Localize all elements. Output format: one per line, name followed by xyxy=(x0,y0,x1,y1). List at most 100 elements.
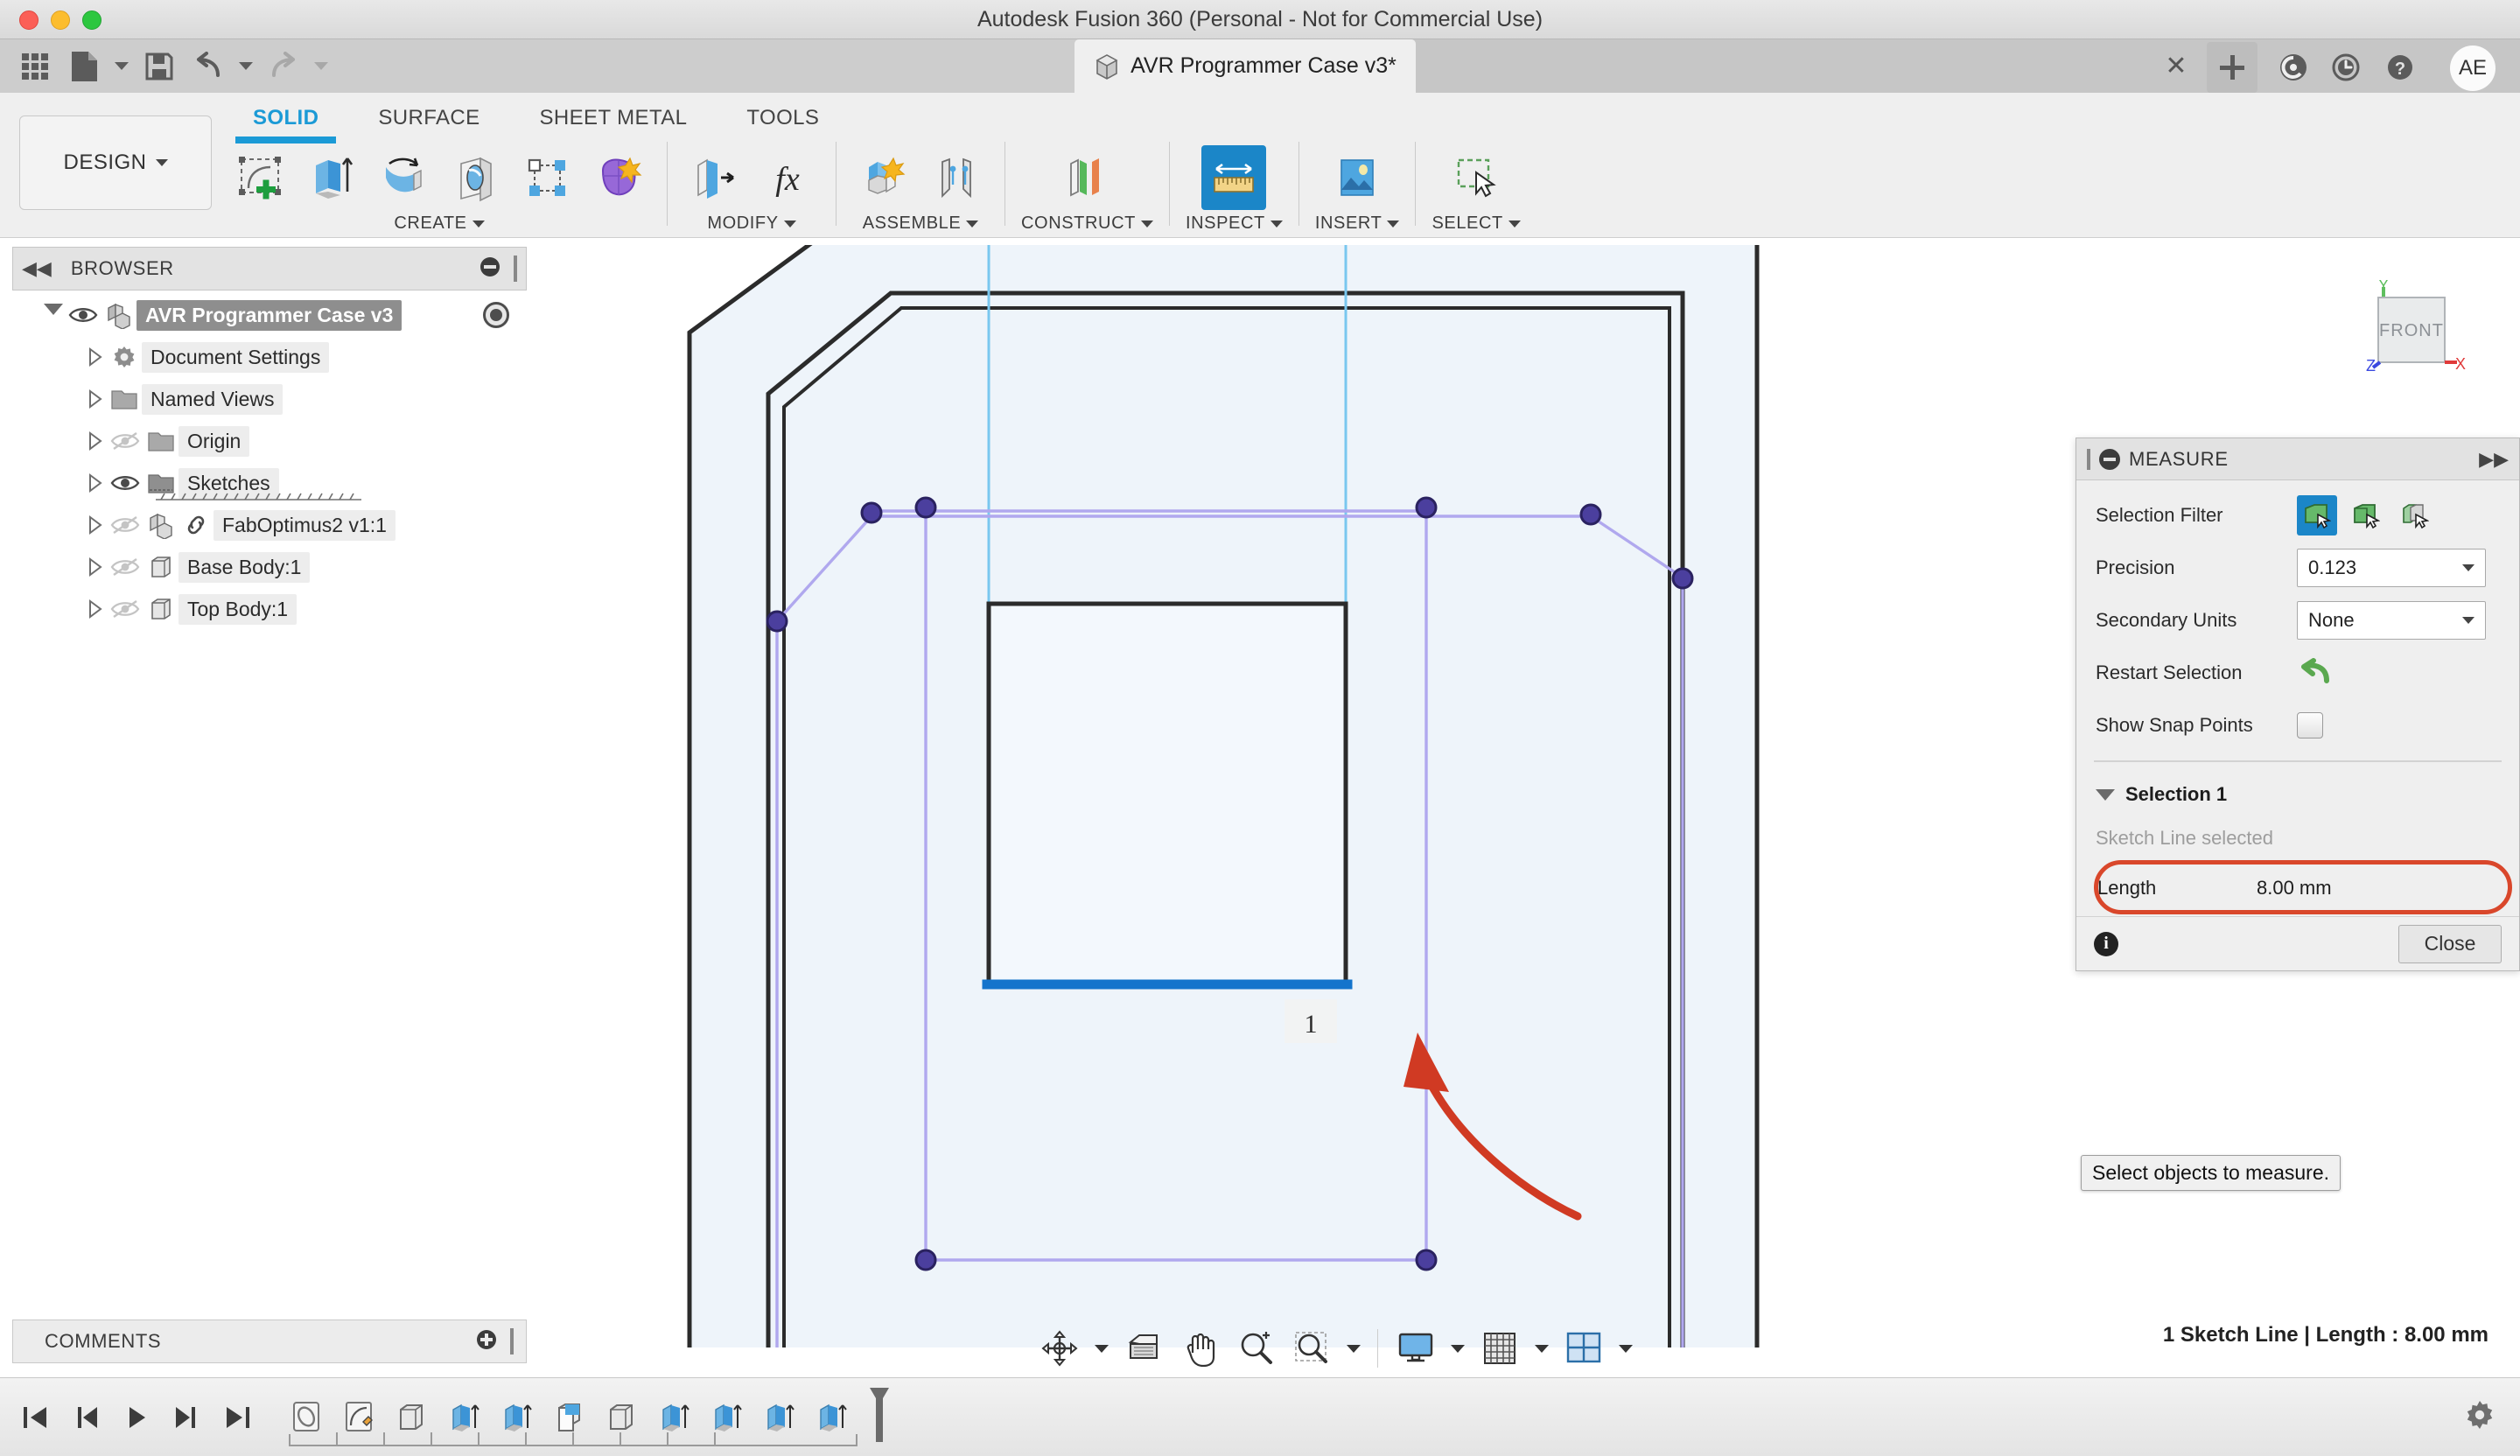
zoom-caret-icon[interactable] xyxy=(1340,1321,1367,1376)
go-to-beginning-icon[interactable] xyxy=(12,1395,58,1440)
undo-caret-icon[interactable] xyxy=(234,44,257,89)
orbit-caret-icon[interactable] xyxy=(1088,1321,1115,1376)
expand-arrow-icon[interactable] xyxy=(84,389,107,409)
sweep-icon[interactable] xyxy=(443,145,508,210)
save-icon[interactable] xyxy=(136,44,182,89)
zoom-window-icon[interactable] xyxy=(1284,1321,1339,1376)
chevron-down-icon[interactable] xyxy=(783,220,796,228)
expand-arrow-icon[interactable] xyxy=(84,431,107,451)
gear-icon[interactable] xyxy=(2462,1397,2497,1437)
show-snap-points-checkbox[interactable] xyxy=(2297,712,2323,738)
go-to-end-icon[interactable] xyxy=(215,1395,261,1440)
tree-item-origin[interactable]: Origin xyxy=(12,420,527,462)
pan-icon[interactable] xyxy=(1172,1321,1227,1376)
workspace-switcher[interactable]: DESIGN xyxy=(19,116,212,210)
visibility-eye-off-icon[interactable] xyxy=(107,556,144,578)
display-settings-icon[interactable] xyxy=(1389,1321,1443,1376)
look-at-icon[interactable] xyxy=(1116,1321,1171,1376)
chevron-down-icon[interactable] xyxy=(966,220,979,228)
filter-component-icon[interactable] xyxy=(2395,495,2435,536)
undo-icon[interactable] xyxy=(186,44,231,89)
select-window-icon[interactable] xyxy=(1444,145,1508,210)
visibility-eye-off-icon[interactable] xyxy=(107,598,144,620)
undo-arrow-icon[interactable] xyxy=(2297,656,2335,690)
comments-resize-grip[interactable] xyxy=(510,1328,514,1354)
secondary-units-select[interactable]: None xyxy=(2297,601,2486,640)
filter-body-icon[interactable] xyxy=(2346,495,2386,536)
file-icon[interactable] xyxy=(61,44,107,89)
redo-caret-icon[interactable] xyxy=(310,44,332,89)
orbit-icon[interactable] xyxy=(1032,1321,1087,1376)
visibility-eye-off-icon[interactable] xyxy=(107,430,144,452)
job-status-icon[interactable] xyxy=(2275,49,2312,86)
tree-item-faboptimus2[interactable]: FabOptimus2 v1:1 xyxy=(12,504,527,546)
expand-arrow-icon[interactable] xyxy=(84,599,107,619)
minus-circle-icon[interactable] xyxy=(2099,448,2120,470)
tab-sheet-metal[interactable]: SHEET METAL xyxy=(510,96,718,140)
activate-component-radio[interactable] xyxy=(483,302,509,328)
grid-snaps-icon[interactable] xyxy=(1473,1321,1527,1376)
chevron-down-icon[interactable] xyxy=(1270,220,1283,228)
tree-item-document-settings[interactable]: Document Settings xyxy=(12,336,527,378)
pattern-icon[interactable] xyxy=(514,145,579,210)
tab-solid[interactable]: SOLID xyxy=(223,96,348,144)
viewports-icon[interactable] xyxy=(1557,1321,1611,1376)
visibility-eye-icon[interactable] xyxy=(107,472,144,494)
dialog-drag-grip[interactable] xyxy=(2087,448,2090,470)
tab-tools[interactable]: TOOLS xyxy=(717,96,849,140)
create-sketch-icon[interactable] xyxy=(228,145,292,210)
close-document-tab-button[interactable]: ✕ xyxy=(2161,51,2191,80)
step-forward-icon[interactable] xyxy=(164,1395,210,1440)
timeline-end-marker[interactable] xyxy=(866,1386,892,1448)
measure-dialog-header[interactable]: MEASURE ▶▶ xyxy=(2076,438,2519,480)
display-settings-caret-icon[interactable] xyxy=(1445,1321,1471,1376)
zoom-icon[interactable] xyxy=(1228,1321,1283,1376)
collapse-browser-icon[interactable] xyxy=(479,256,501,283)
expand-arrow-icon[interactable] xyxy=(84,557,107,577)
new-component-icon[interactable] xyxy=(852,145,917,210)
chevrons-right-icon[interactable]: ▶▶ xyxy=(2479,448,2509,471)
chevron-down-icon[interactable] xyxy=(1508,220,1521,228)
measure-icon[interactable] xyxy=(1201,145,1267,210)
viewport[interactable]: 1 xyxy=(672,245,2072,1348)
press-pull-icon[interactable] xyxy=(683,145,748,210)
change-parameters-icon[interactable]: fx xyxy=(755,145,820,210)
revolve-icon[interactable] xyxy=(371,145,436,210)
tree-item-base-body[interactable]: Base Body:1 xyxy=(12,546,527,588)
step-back-icon[interactable] xyxy=(63,1395,108,1440)
document-tab[interactable]: AVR Programmer Case v3* xyxy=(1074,39,1416,93)
offset-plane-icon[interactable] xyxy=(1054,145,1119,210)
chevrons-left-icon[interactable]: ◀◀ xyxy=(22,257,52,280)
chevron-down-icon[interactable] xyxy=(1140,220,1153,228)
view-cube[interactable]: Y FRONT X Z xyxy=(2354,276,2468,385)
selection-section-header[interactable]: Selection 1 xyxy=(2076,771,2519,818)
play-back-icon[interactable] xyxy=(114,1395,159,1440)
avatar[interactable]: AE xyxy=(2450,46,2496,91)
extrude-icon[interactable] xyxy=(299,145,364,210)
info-icon[interactable]: i xyxy=(2094,931,2118,956)
measure-dialog[interactable]: MEASURE ▶▶ Selection Filter Precision 0.… xyxy=(2076,438,2520,971)
tree-item-avr-programmer-case-v3[interactable]: AVR Programmer Case v3 xyxy=(12,294,527,336)
visibility-eye-icon[interactable] xyxy=(65,304,102,326)
redo-icon[interactable] xyxy=(261,44,306,89)
tree-item-sketches[interactable]: Sketches xyxy=(12,462,527,504)
chevron-down-icon[interactable] xyxy=(472,220,485,228)
insert-image-icon[interactable] xyxy=(1325,145,1390,210)
chevron-down-icon[interactable] xyxy=(1387,220,1400,228)
joint-icon[interactable] xyxy=(924,145,989,210)
expand-arrow-icon[interactable] xyxy=(84,347,107,367)
tab-surface[interactable]: SURFACE xyxy=(348,96,509,140)
form-icon[interactable] xyxy=(586,145,651,210)
add-comment-icon[interactable] xyxy=(475,1328,498,1355)
new-document-tab-button[interactable] xyxy=(2207,42,2258,93)
filter-face-icon[interactable] xyxy=(2297,495,2337,536)
browser-resize-grip[interactable] xyxy=(514,256,517,282)
file-menu-caret-icon[interactable] xyxy=(110,44,133,89)
visibility-eye-off-icon[interactable] xyxy=(107,514,144,536)
sketch-canvas[interactable]: 1 xyxy=(672,245,2072,1348)
close-button[interactable]: Close xyxy=(2398,924,2502,963)
expand-arrow-icon[interactable] xyxy=(84,515,107,535)
tree-item-top-body[interactable]: Top Body:1 xyxy=(12,588,527,630)
viewports-caret-icon[interactable] xyxy=(1613,1321,1639,1376)
grid-apps-icon[interactable] xyxy=(12,44,58,89)
